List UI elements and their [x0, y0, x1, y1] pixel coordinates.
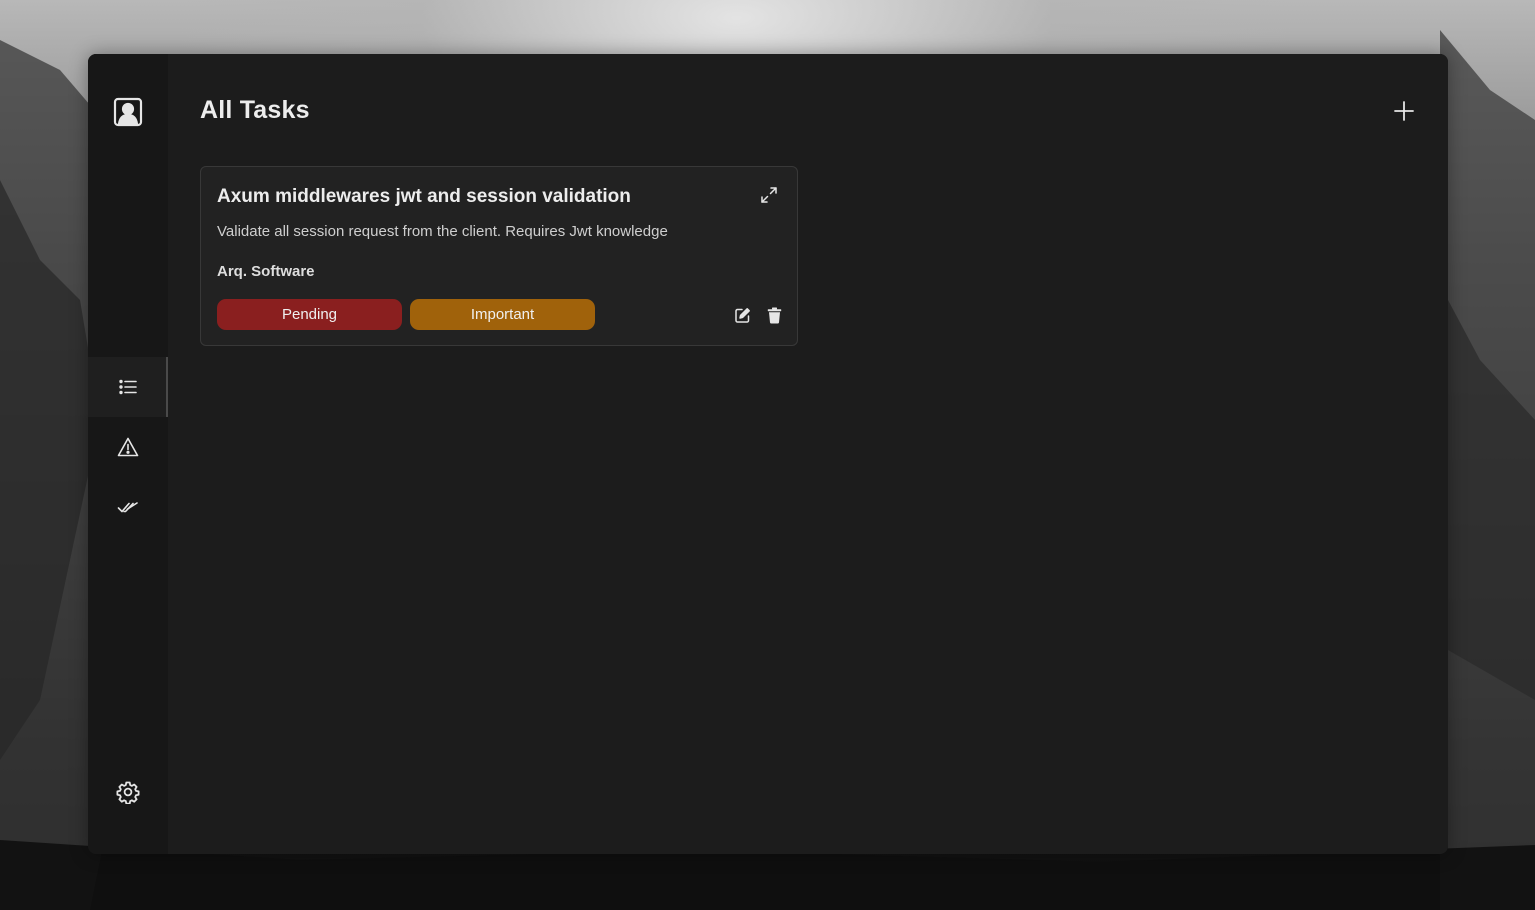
- double-check-icon: [117, 502, 138, 513]
- main-content: All Tasks Axum middlewares jwt and sessi…: [168, 54, 1448, 854]
- expand-task-button[interactable]: [759, 185, 779, 205]
- task-title: Axum middlewares jwt and session validat…: [217, 186, 631, 207]
- sidebar-item-all-tasks[interactable]: [88, 357, 168, 417]
- edit-icon: [734, 307, 750, 323]
- add-task-button[interactable]: [1392, 99, 1416, 123]
- sidebar-item-completed[interactable]: [88, 477, 168, 537]
- gear-icon: [116, 781, 140, 804]
- delete-task-button[interactable]: [764, 305, 784, 325]
- sidebar: [88, 54, 168, 854]
- priority-badge[interactable]: Important: [410, 299, 595, 330]
- trash-icon: [767, 307, 781, 324]
- task-description: Validate all session request from the cl…: [217, 223, 668, 240]
- expand-icon: [761, 187, 777, 203]
- profile-button[interactable]: [112, 96, 144, 128]
- app-window: All Tasks Axum middlewares jwt and sessi…: [88, 54, 1448, 854]
- user-square-icon: [113, 97, 143, 127]
- plus-icon: [1394, 101, 1414, 121]
- status-badge[interactable]: Pending: [217, 299, 402, 330]
- sidebar-nav: [88, 357, 168, 537]
- settings-button[interactable]: [116, 780, 140, 804]
- task-category: Arq. Software: [217, 263, 315, 280]
- warning-triangle-icon: [117, 437, 139, 457]
- sidebar-item-important[interactable]: [88, 417, 168, 477]
- task-card[interactable]: Axum middlewares jwt and session validat…: [200, 166, 798, 346]
- edit-task-button[interactable]: [732, 305, 752, 325]
- page-title: All Tasks: [200, 96, 310, 124]
- list-icon: [119, 379, 137, 395]
